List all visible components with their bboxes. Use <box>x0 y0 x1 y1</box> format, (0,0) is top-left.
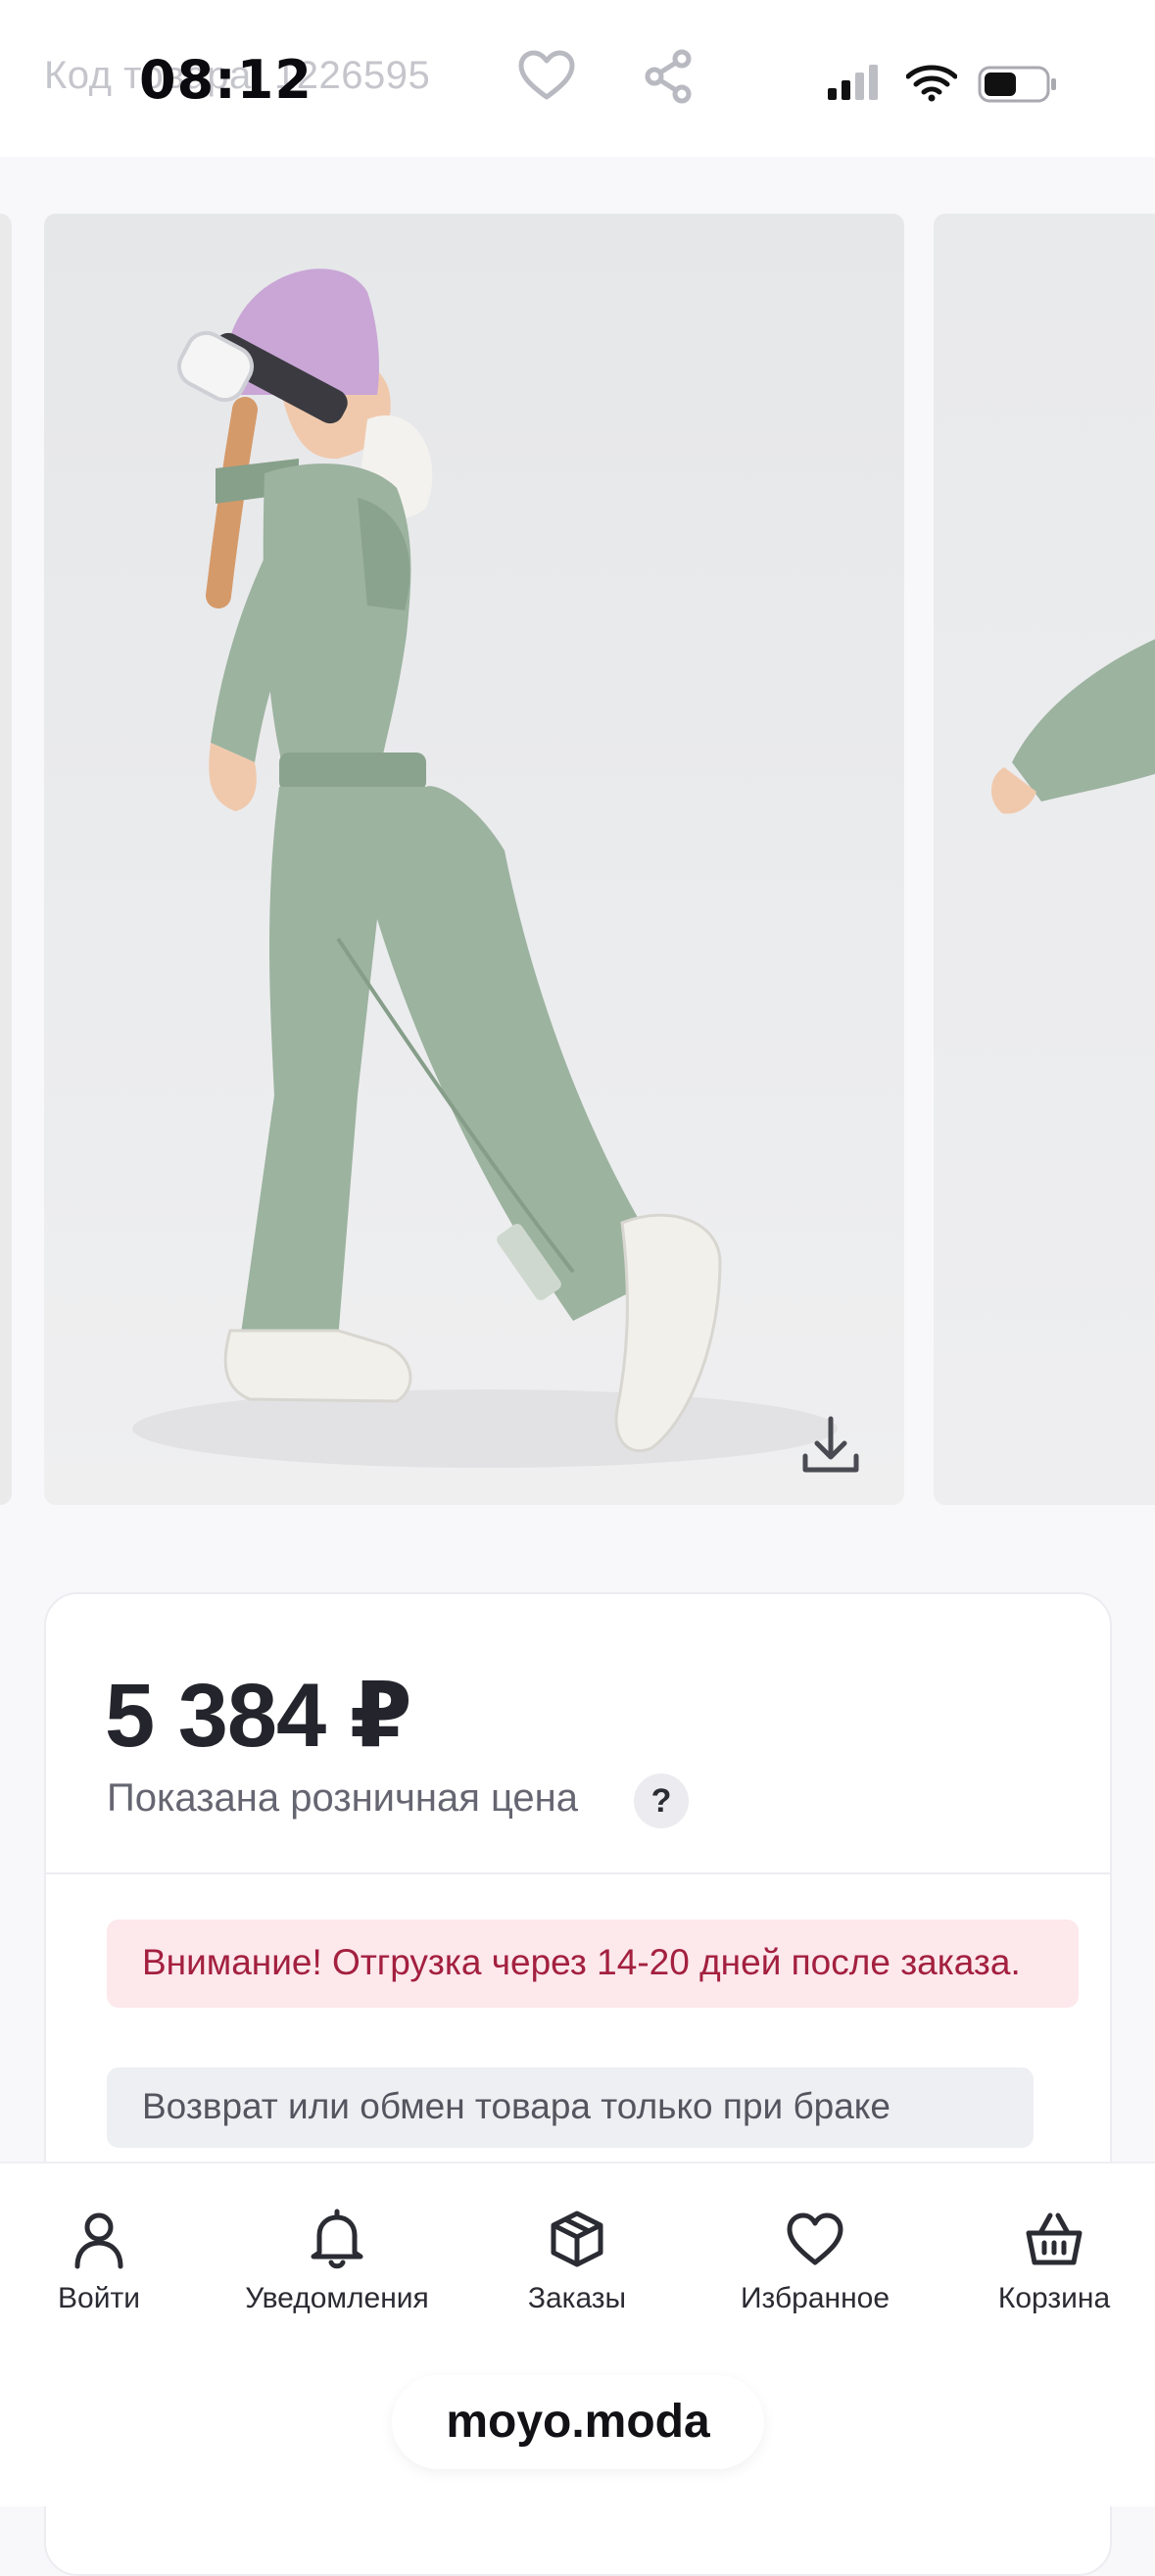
battery-icon <box>978 66 1056 103</box>
status-bar: Код товара: 1226595 08:12 <box>0 0 1155 157</box>
snowsuit-photo-next <box>990 639 1155 814</box>
tab-cart[interactable]: Корзина <box>946 2208 1155 2315</box>
tab-orders[interactable]: Заказы <box>469 2208 685 2315</box>
tab-favorites[interactable]: Избранное <box>707 2208 923 2315</box>
status-time: 08:12 <box>139 49 313 111</box>
tab-orders-label: Заказы <box>527 2282 627 2314</box>
product-gallery[interactable] <box>0 214 1155 1507</box>
product-price: 5 384 ₽ <box>105 1666 412 1766</box>
basket-icon <box>1026 2212 1083 2265</box>
tab-login-label: Войти <box>58 2282 140 2314</box>
share-icon[interactable] <box>637 45 699 108</box>
browser-url-bar[interactable]: moyo.moda <box>392 2375 764 2469</box>
divider <box>46 1872 1110 1874</box>
gallery-image-previous[interactable] <box>0 214 12 1505</box>
heart-icon <box>787 2212 843 2265</box>
bottom-tab-bar: Войти Уведомления Заказы Избранное Корзи… <box>0 2162 1155 2506</box>
box-icon <box>551 2211 603 2267</box>
heart-outline-icon[interactable] <box>515 45 578 108</box>
download-icon[interactable] <box>792 1407 870 1485</box>
gallery-image-main[interactable] <box>44 214 904 1505</box>
bell-icon <box>311 2209 363 2269</box>
tab-login[interactable]: Войти <box>0 2208 207 2315</box>
tab-cart-label: Корзина <box>997 2282 1111 2314</box>
user-icon <box>74 2212 123 2269</box>
wifi-icon <box>906 65 957 102</box>
tab-favorites-label: Избранное <box>740 2282 890 2314</box>
tab-notifications-label: Уведомления <box>245 2282 429 2314</box>
price-help-button[interactable]: ? <box>634 1774 689 1828</box>
shipping-alert: Внимание! Отгрузка через 14-20 дней посл… <box>107 1920 1079 2008</box>
tab-notifications[interactable]: Уведомления <box>229 2208 445 2315</box>
snowsuit-photo <box>132 268 838 1468</box>
return-policy-note: Возврат или обмен товара только при брак… <box>107 2067 1034 2148</box>
price-note: Показана розничная цена <box>107 1776 579 1820</box>
cellular-signal-icon <box>828 65 878 100</box>
gallery-image-next[interactable] <box>934 214 1155 1505</box>
